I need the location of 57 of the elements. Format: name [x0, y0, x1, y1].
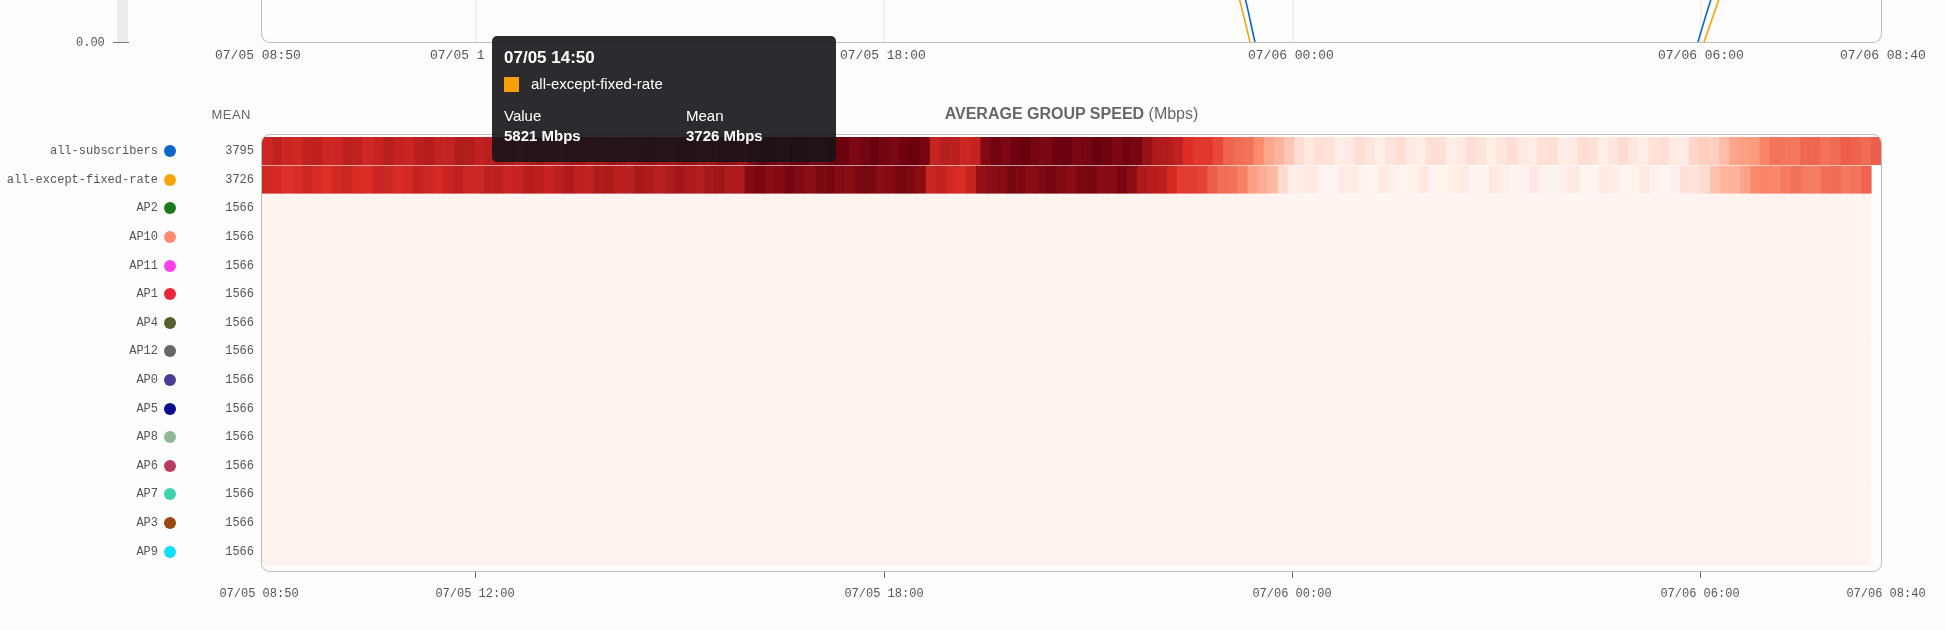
mean-value: 1566: [225, 516, 254, 530]
field-label: Mean: [686, 107, 724, 125]
axis-label: 07/06 00:00: [1252, 586, 1332, 602]
mean-value: 1566: [225, 315, 254, 330]
series-label: AP7: [136, 487, 158, 502]
axis-label: 07/06 08:40: [1840, 48, 1926, 64]
field-label: Value: [504, 107, 542, 125]
mean-value: 1566: [225, 201, 254, 216]
axis-label: 07/05 12:00: [435, 586, 515, 602]
axis-label: 07/05 08:50: [215, 48, 301, 64]
mean-value: 3726: [225, 172, 254, 187]
series-label: AP10: [129, 230, 158, 245]
axis-label: 07/05 1: [430, 48, 485, 64]
series-label: AP0: [136, 373, 158, 388]
mean-value: 1566: [225, 230, 254, 245]
mean-value: 1566: [225, 287, 254, 302]
series-label: AP4: [136, 315, 158, 330]
axis-label: 0.00: [76, 35, 105, 51]
series-label: AP1: [136, 287, 158, 302]
mean-value: 1566: [225, 487, 254, 502]
mean-value: 3795: [225, 144, 254, 159]
axis-label: 07/06 06:00: [1660, 586, 1740, 602]
tooltip-title: 07/05 14:50: [504, 48, 595, 68]
series-label: AP12: [129, 344, 158, 359]
tick-mark: [1292, 572, 1293, 578]
series-label: AP8: [136, 430, 158, 445]
series-label: all-except-fixed-rate: [6, 172, 158, 187]
tick-mark: [475, 572, 476, 578]
axis-label: 07/06 00:00: [1248, 48, 1334, 64]
mean-value: 1566: [225, 430, 254, 445]
series-label: AP2: [136, 201, 158, 216]
series-label: AP3: [136, 516, 158, 530]
axis-label: 07/06 08:40: [1846, 586, 1926, 602]
column-heading: MEAN: [211, 106, 251, 122]
chart-title: AVERAGE GROUP SPEED (Mbps): [944, 105, 1199, 123]
field-value: 3726 Mbps: [686, 127, 763, 145]
mean-value: 1566: [225, 458, 254, 473]
mean-value: 1566: [225, 401, 254, 416]
series-name: all-except-fixed-rate: [531, 75, 663, 93]
axis-label: 07/05 18:00: [844, 586, 924, 602]
axis-label: 07/05 08:50: [219, 586, 299, 602]
field-value: 5821 Mbps: [504, 127, 581, 145]
mean-value: 1566: [225, 258, 254, 273]
axis-label: 07/06 06:00: [1658, 48, 1744, 64]
series-label: AP6: [136, 458, 158, 473]
axis-label: 07/05 18:00: [840, 48, 926, 64]
series-label: AP11: [129, 258, 158, 273]
tick-mark: [884, 572, 885, 578]
tick-mark: [113, 42, 129, 43]
series-label: AP9: [136, 544, 158, 559]
tick-mark: [1700, 572, 1701, 578]
mean-value: 1566: [225, 373, 254, 388]
series-label: AP5: [136, 401, 158, 416]
mean-value: 1566: [225, 344, 254, 359]
axis-strip: [117, 0, 128, 43]
series-label: all-subscribers: [49, 144, 158, 159]
mean-value: 1566: [225, 544, 254, 559]
